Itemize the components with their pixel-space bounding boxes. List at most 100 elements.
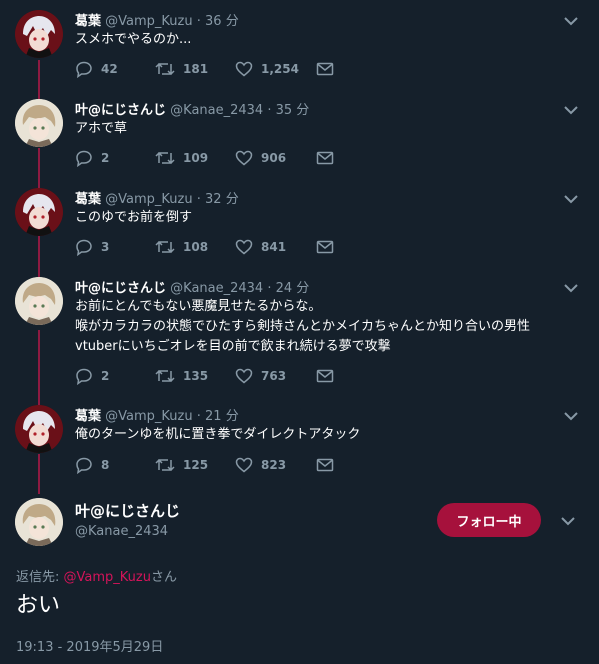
retweet-button[interactable]: 181 bbox=[155, 60, 208, 78]
like-icon bbox=[235, 238, 253, 256]
retweet-button[interactable]: 125 bbox=[155, 456, 208, 474]
tweet-time[interactable]: 24 分 bbox=[276, 281, 310, 296]
thread-line bbox=[38, 60, 40, 100]
retweet-icon bbox=[155, 456, 175, 474]
separator: · bbox=[263, 281, 276, 296]
thread-line bbox=[38, 148, 40, 190]
separator: · bbox=[192, 192, 206, 207]
following-button[interactable]: フォロー中 bbox=[437, 503, 541, 537]
tweet-text: スメホでやるのか... bbox=[75, 30, 585, 50]
tweet-time[interactable]: 32 分 bbox=[205, 192, 239, 207]
chevron-down-icon[interactable] bbox=[563, 101, 581, 115]
tweet-time[interactable]: 21 分 bbox=[205, 409, 239, 424]
like-button[interactable]: 1,254 bbox=[235, 60, 299, 78]
separator: · bbox=[192, 409, 206, 424]
like-count: 763 bbox=[261, 369, 287, 383]
tweet-text-line: 俺のターンゆを机に置き拳でダイレクトアタック bbox=[75, 427, 361, 442]
like-button[interactable]: 841 bbox=[235, 238, 286, 256]
like-count: 841 bbox=[261, 240, 287, 254]
thread-line bbox=[38, 236, 40, 281]
main-author-handle[interactable]: @Kanae_2434 bbox=[75, 524, 168, 539]
thread-tweet[interactable]: 叶@にじさんじ @Kanae_2434 · 35 分アホで草 2 109 906 bbox=[0, 99, 599, 167]
author-handle[interactable]: @Vamp_Kuzu bbox=[105, 409, 192, 424]
like-icon bbox=[235, 60, 253, 78]
chevron-down-icon[interactable] bbox=[560, 515, 576, 527]
dm-button[interactable] bbox=[316, 149, 334, 167]
tweet-header: 叶@にじさんじ @Kanae_2434 · 24 分 bbox=[75, 277, 309, 296]
retweet-count: 135 bbox=[183, 369, 209, 383]
chevron-down-icon[interactable] bbox=[563, 279, 581, 293]
retweet-button[interactable]: 109 bbox=[155, 149, 208, 167]
reply-count: 42 bbox=[101, 62, 118, 76]
reply-icon bbox=[75, 149, 93, 167]
author-handle[interactable]: @Kanae_2434 bbox=[170, 281, 263, 296]
tweet-text: このゆでお前を倒す bbox=[75, 208, 585, 228]
tweet-text-line: スメホでやるのか... bbox=[75, 32, 192, 47]
dm-icon bbox=[316, 239, 334, 255]
tweet-time[interactable]: 36 分 bbox=[205, 14, 239, 29]
avatar[interactable] bbox=[15, 277, 63, 325]
avatar[interactable] bbox=[15, 188, 63, 236]
avatar[interactable] bbox=[15, 10, 63, 58]
thread-tweet[interactable]: 叶@にじさんじ @Kanae_2434 · 24 分お前にとんでもない悪魔見せた… bbox=[0, 277, 599, 385]
dm-button[interactable] bbox=[316, 60, 334, 78]
reply-count: 2 bbox=[101, 369, 110, 383]
reply-icon bbox=[75, 60, 93, 78]
reply-icon bbox=[75, 456, 93, 474]
author-handle[interactable]: @Vamp_Kuzu bbox=[105, 192, 192, 207]
author-handle[interactable]: @Vamp_Kuzu bbox=[105, 14, 192, 29]
tweet-header: 葛葉 @Vamp_Kuzu · 21 分 bbox=[75, 405, 239, 424]
reply-button[interactable]: 8 bbox=[75, 456, 109, 474]
author-name[interactable]: 葛葉 bbox=[75, 409, 101, 424]
chevron-down-icon[interactable] bbox=[563, 12, 581, 26]
thread-tweet[interactable]: 葛葉 @Vamp_Kuzu · 21 分俺のターンゆを机に置き拳でダイレクトアタ… bbox=[0, 405, 599, 474]
retweet-count: 109 bbox=[183, 151, 209, 165]
retweet-count: 125 bbox=[183, 458, 209, 472]
retweet-icon bbox=[155, 367, 175, 385]
reply-button[interactable]: 2 bbox=[75, 367, 109, 385]
reply-count: 3 bbox=[101, 240, 110, 254]
tweet-text-line: アホで草 bbox=[75, 121, 128, 136]
reply-button[interactable]: 3 bbox=[75, 238, 109, 256]
avatar[interactable] bbox=[15, 498, 63, 546]
tweet-header: 葛葉 @Vamp_Kuzu · 36 分 bbox=[75, 10, 239, 29]
thread-tweet[interactable]: 葛葉 @Vamp_Kuzu · 36 分スメホでやるのか... 42 181 1,25… bbox=[0, 10, 599, 78]
tweet-header: 叶@にじさんじ @Kanae_2434 · 35 分 bbox=[75, 99, 309, 118]
like-button[interactable]: 906 bbox=[235, 149, 286, 167]
author-name[interactable]: 叶@にじさんじ bbox=[75, 103, 166, 118]
dm-icon bbox=[316, 61, 334, 77]
retweet-count: 108 bbox=[183, 240, 209, 254]
main-author-name[interactable]: 叶@にじさんじ bbox=[75, 500, 180, 521]
author-handle[interactable]: @Kanae_2434 bbox=[170, 103, 263, 118]
avatar[interactable] bbox=[15, 99, 63, 147]
tweet-time[interactable]: 35 分 bbox=[276, 103, 310, 118]
thread-tweet[interactable]: 葛葉 @Vamp_Kuzu · 32 分このゆでお前を倒す 3 108 841 bbox=[0, 188, 599, 256]
reply-button[interactable]: 42 bbox=[75, 60, 118, 78]
tweet-text-line: このゆでお前を倒す bbox=[75, 210, 193, 225]
dm-icon bbox=[316, 457, 334, 473]
reply-count: 8 bbox=[101, 458, 110, 472]
avatar[interactable] bbox=[15, 405, 63, 453]
author-name[interactable]: 葛葉 bbox=[75, 14, 101, 29]
like-icon bbox=[235, 456, 253, 474]
chevron-down-icon[interactable] bbox=[563, 190, 581, 204]
dm-button[interactable] bbox=[316, 456, 334, 474]
like-button[interactable]: 823 bbox=[235, 456, 286, 474]
chevron-down-icon[interactable] bbox=[563, 407, 581, 421]
tweet-text: 俺のターンゆを机に置き拳でダイレクトアタック bbox=[75, 425, 585, 445]
author-name[interactable]: 葛葉 bbox=[75, 192, 101, 207]
dm-button[interactable] bbox=[316, 367, 334, 385]
reply-prefix: 返信先: bbox=[16, 570, 64, 585]
main-tweet-timestamp[interactable]: 19:13 - 2019年5月29日 bbox=[16, 636, 163, 655]
dm-button[interactable] bbox=[316, 238, 334, 256]
retweet-button[interactable]: 108 bbox=[155, 238, 208, 256]
retweet-count: 181 bbox=[183, 62, 209, 76]
reply-button[interactable]: 2 bbox=[75, 149, 109, 167]
reply-to-link[interactable]: @Vamp_Kuzu bbox=[64, 570, 151, 585]
like-button[interactable]: 763 bbox=[235, 367, 286, 385]
separator: · bbox=[192, 14, 206, 29]
dm-icon bbox=[316, 368, 334, 384]
author-name[interactable]: 叶@にじさんじ bbox=[75, 281, 166, 296]
thread-line bbox=[38, 454, 40, 494]
retweet-button[interactable]: 135 bbox=[155, 367, 208, 385]
